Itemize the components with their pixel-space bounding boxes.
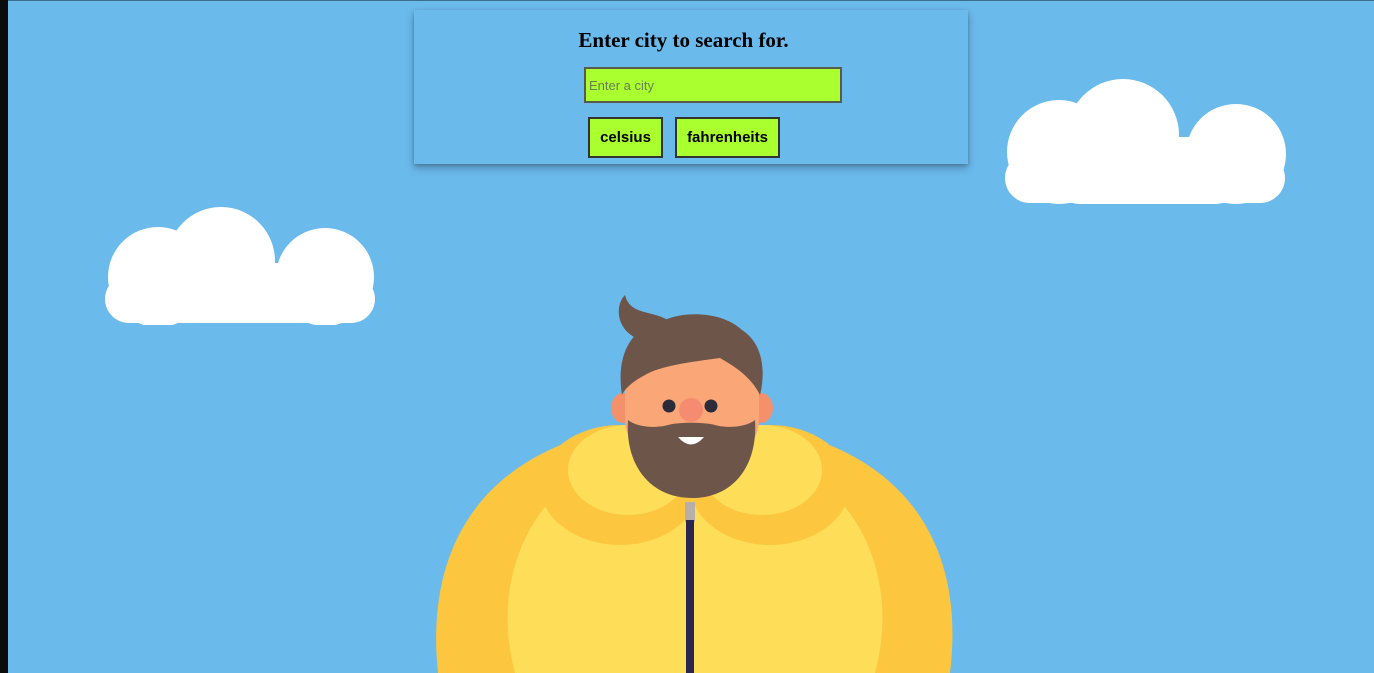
- search-panel: Enter city to search for. celsius fahren…: [414, 10, 968, 164]
- cloud-icon: [1005, 79, 1286, 204]
- cloud-icon: [105, 207, 375, 325]
- fahrenheit-button[interactable]: fahrenheits: [675, 117, 780, 158]
- search-title: Enter city to search for.: [578, 28, 789, 52]
- window-left-edge: [0, 0, 8, 673]
- city-search-input[interactable]: [584, 67, 842, 103]
- celsius-button[interactable]: celsius: [588, 117, 663, 158]
- bearded-man-illustration: [436, 295, 953, 673]
- window-top-edge: [8, 0, 1374, 1]
